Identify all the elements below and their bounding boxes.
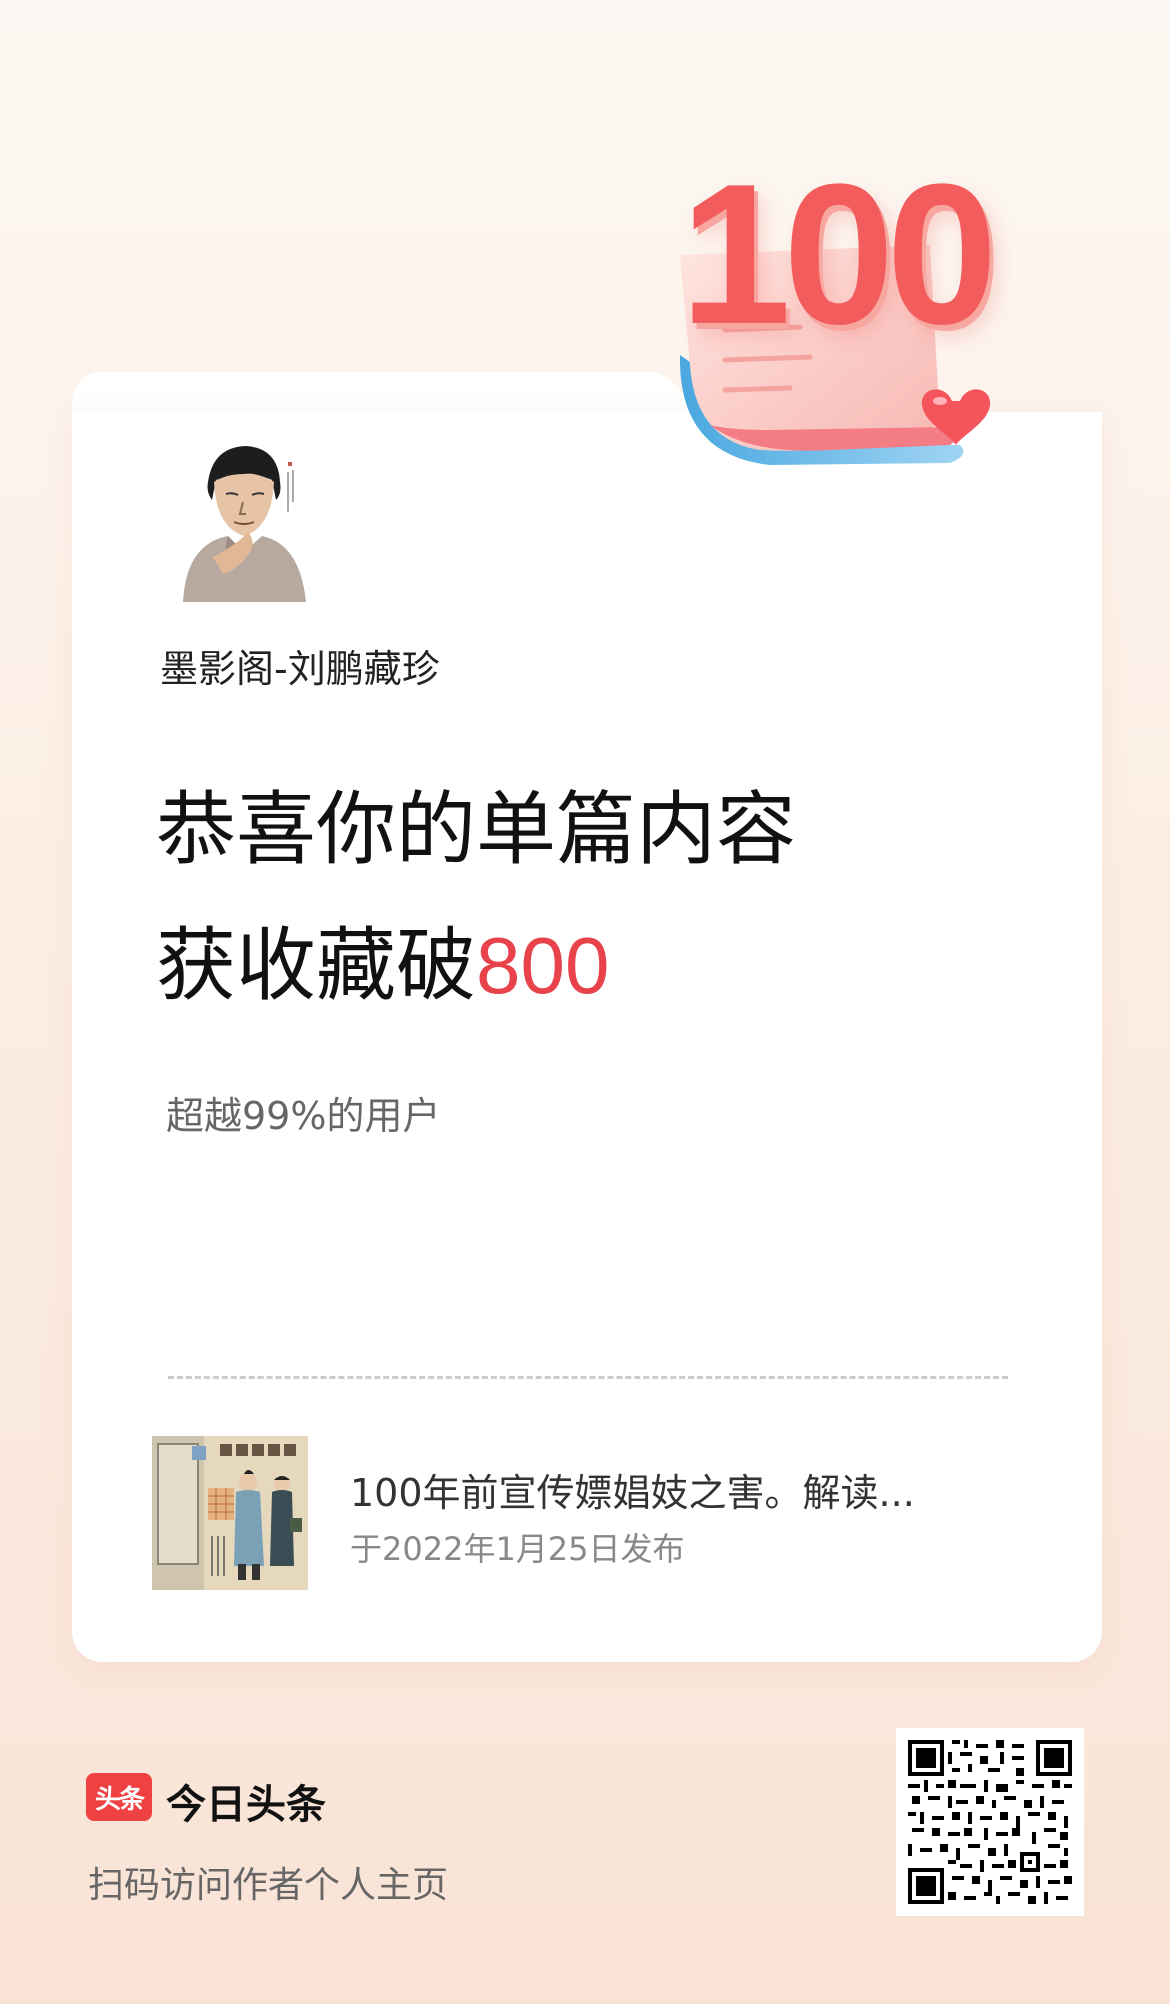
article-title[interactable]: 100年前宣传嫖娼妓之害。解读... <box>350 1462 915 1517</box>
author-name[interactable]: 墨影阁-刘鹏藏珍 <box>160 638 440 693</box>
milestone-badge: 100 <box>650 155 1030 485</box>
headline-line1: 恭喜你的单篇内容 <box>156 783 796 876</box>
toutiao-logo-icon: 头条 <box>86 1773 152 1821</box>
headline-line2: 获收藏破800 <box>156 926 609 1006</box>
portrait-image <box>168 432 318 602</box>
scan-hint: 扫码访问作者个人主页 <box>88 1865 449 1906</box>
favorites-count: 800 <box>476 921 610 1010</box>
app-name: 今日头条 <box>166 1782 326 1828</box>
article-thumbnail[interactable] <box>152 1436 308 1590</box>
qr-code-icon <box>908 1740 1072 1904</box>
article-date: 于2022年1月25日发布 <box>350 1530 685 1568</box>
qr-code[interactable] <box>896 1728 1084 1916</box>
headline-prefix: 获收藏破 <box>156 919 476 1012</box>
badge-number: 100 <box>680 143 998 366</box>
dashed-divider <box>168 1376 1008 1379</box>
author-avatar[interactable] <box>168 432 318 602</box>
thumbnail-illustration <box>152 1436 308 1590</box>
rank-subtext: 超越99%的用户 <box>166 1094 441 1138</box>
